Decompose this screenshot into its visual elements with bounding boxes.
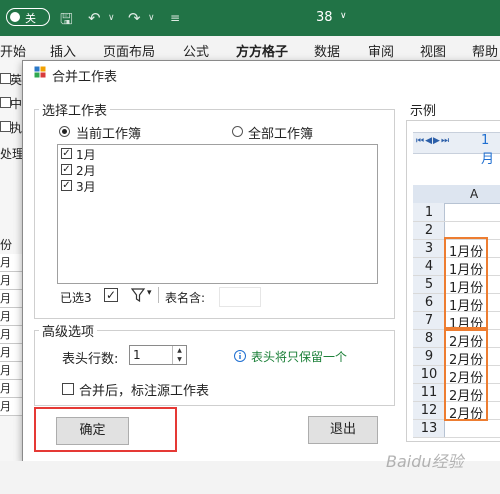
bg-text: 份 — [0, 238, 13, 252]
radio-all-label: 全部工作簿 — [248, 127, 314, 142]
sheet-item-label: 3月 — [76, 180, 96, 194]
excel-title-bar — [0, 0, 500, 36]
dialog-app-icon — [34, 66, 46, 78]
preview-row-number: 5 — [424, 277, 434, 292]
document-title: 38 — [316, 10, 333, 25]
stepper-up-icon[interactable]: ▲ — [173, 346, 186, 355]
ok-button-highlight — [34, 407, 177, 452]
select-all-checkbox[interactable]: ✓ — [104, 288, 118, 302]
preview-column-header-row — [413, 185, 500, 204]
preview-row-number: 12 — [420, 403, 438, 418]
highlight-month1-rows — [444, 237, 488, 329]
info-icon — [234, 350, 246, 362]
tab-help[interactable]: 帮助 — [472, 41, 498, 60]
stepper-down-icon[interactable]: ▼ — [173, 355, 186, 364]
preview-row-line — [413, 221, 500, 222]
example-label: 示例 — [410, 104, 437, 119]
preview-row-number: 8 — [424, 331, 434, 346]
tab-view[interactable]: 视图 — [420, 41, 446, 60]
sheet-checkbox[interactable]: ✓ — [61, 164, 72, 175]
undo-dropdown-icon[interactable]: ∨ — [108, 13, 115, 23]
sheet-nav-icons: ⏮◀▶⏭ — [416, 136, 451, 146]
preview-row-number: 3 — [424, 241, 434, 256]
radio-all-workbooks[interactable] — [232, 126, 243, 137]
bg-text: 中 — [10, 97, 23, 111]
preview-row-number: 13 — [420, 421, 438, 436]
select-sheets-legend: 选择工作表 — [39, 100, 111, 119]
tab-data[interactable]: 数据 — [314, 41, 340, 60]
filter-dropdown-icon[interactable]: ▾ — [147, 288, 152, 298]
bg-text: 执 — [10, 121, 23, 135]
annotate-source-label: 合并后，标注源工作表 — [79, 384, 210, 399]
title-dropdown-icon[interactable]: ∨ — [340, 11, 347, 21]
undo-icon[interactable]: ↶ — [88, 9, 101, 27]
header-rows-label: 表头行数: — [62, 352, 119, 367]
preview-column-header: A — [470, 187, 479, 201]
sheet-name-filter-input[interactable] — [219, 287, 261, 307]
sheet-name-filter-label: 表名含: — [165, 291, 206, 305]
tab-review[interactable]: 审阅 — [368, 41, 394, 60]
sheet-item-label: 2月 — [76, 164, 96, 178]
selected-count: 已选3 — [60, 291, 92, 305]
tab-page-layout[interactable]: 页面布局 — [103, 41, 155, 60]
sheet-checkbox[interactable]: ✓ — [61, 180, 72, 191]
radio-current-label: 当前工作簿 — [76, 127, 142, 142]
dialog-title: 合并工作表 — [52, 70, 118, 85]
header-rows-stepper[interactable]: 1 ▲ ▼ — [129, 345, 187, 365]
tab-formulas[interactable]: 公式 — [183, 41, 209, 60]
customize-toolbar-icon[interactable]: ≡ — [170, 11, 180, 25]
bg-text: 英 — [10, 73, 23, 87]
save-icon[interactable]: 🖫 — [60, 9, 73, 34]
watermark: Baidu经验 — [386, 452, 464, 471]
exit-button[interactable]: 退出 — [308, 416, 378, 444]
preview-row-number: 9 — [424, 349, 434, 364]
bg-text: 处理 — [0, 147, 25, 161]
annotate-source-checkbox[interactable] — [62, 383, 74, 395]
toggle-knob — [10, 12, 20, 22]
preview-row-number: 6 — [424, 295, 434, 310]
header-rows-value: 1 — [133, 348, 141, 362]
sheet-list[interactable] — [57, 144, 378, 284]
redo-icon[interactable]: ↷ — [128, 9, 141, 27]
preview-row-number: 11 — [420, 385, 438, 400]
preview-row-number: 2 — [424, 223, 434, 238]
highlight-month2-rows — [444, 329, 488, 421]
tab-home[interactable]: 开始 — [0, 41, 26, 60]
sheet-checkbox[interactable]: ✓ — [61, 148, 72, 159]
info-text: 表头将只保留一个 — [251, 350, 348, 364]
preview-row-line — [413, 437, 500, 438]
redo-dropdown-icon[interactable]: ∨ — [148, 13, 155, 23]
preview-row-number: 4 — [424, 259, 434, 274]
separator — [158, 287, 159, 303]
tab-fangfang[interactable]: 方方格子 — [236, 41, 288, 60]
tab-insert[interactable]: 插入 — [50, 41, 76, 60]
preview-row-number: 7 — [424, 313, 434, 328]
radio-current-workbook[interactable] — [59, 126, 70, 137]
advanced-options-legend: 高级选项 — [39, 321, 98, 340]
autosave-label: 关 — [25, 12, 36, 25]
preview-row-number: 1 — [424, 205, 434, 220]
preview-sheet-tab: 1月 — [481, 133, 495, 167]
filter-icon[interactable] — [131, 288, 147, 302]
sheet-item-label: 1月 — [76, 148, 96, 162]
preview-row-number: 10 — [420, 367, 438, 382]
autosave-toggle[interactable]: 关 — [6, 8, 50, 26]
